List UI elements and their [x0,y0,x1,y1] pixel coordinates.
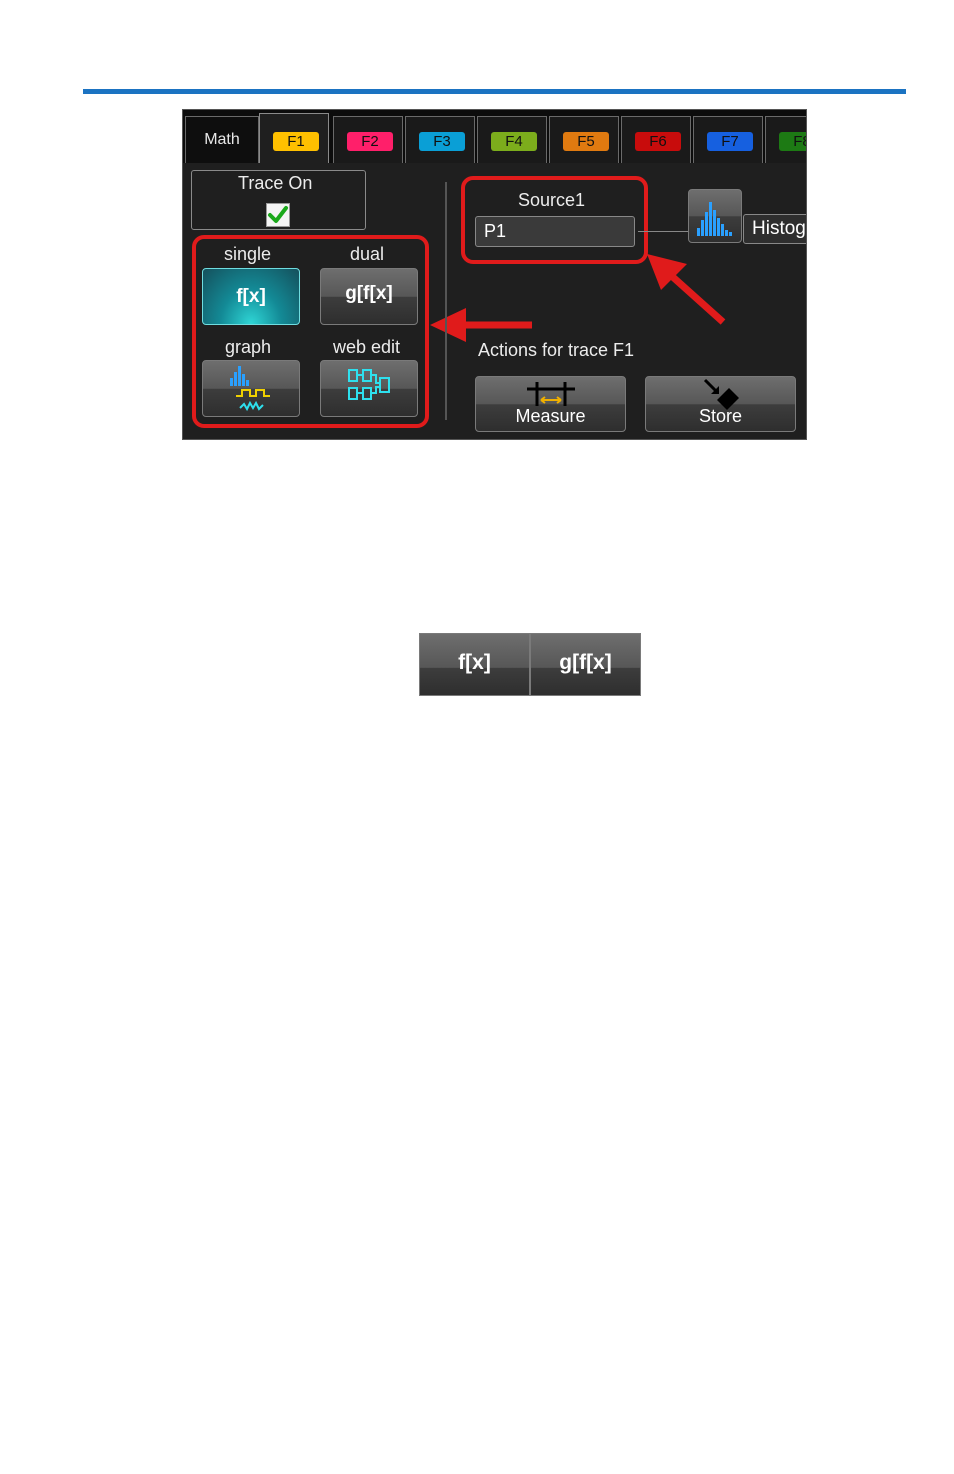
header-rule [83,89,906,94]
tab-f4-chip: F4 [491,132,537,151]
store-label: Store [698,406,743,426]
single-function-button-large[interactable]: f[x] [419,633,530,696]
panel-divider [445,182,447,420]
tab-f7-chip: F7 [707,132,753,151]
measure-label: Measure [515,406,586,426]
connector-line [638,231,688,232]
trace-on-checkbox[interactable] [266,203,290,227]
operator-label[interactable]: Histog [743,214,806,244]
source-highlight [461,176,648,264]
diagonal-arrow-icon [647,254,726,325]
tab-f6[interactable]: F6 [621,116,691,163]
tab-f2-chip: F2 [347,132,393,151]
math-setup-panel: Math F1 F2 F3 F4 F5 F6 F7 F8 Trace On [182,109,807,440]
tab-f3-chip: F3 [419,132,465,151]
function-mode-highlight [192,235,429,428]
tab-f4[interactable]: F4 [477,116,547,163]
measure-button[interactable]: Measure [475,376,626,432]
store-button[interactable]: Store [645,376,796,432]
tab-f8[interactable]: F8 [765,116,806,163]
trace-on-label: Trace On [238,173,313,193]
histogram-icon [697,202,732,236]
tab-bar: Math F1 F2 F3 F4 F5 F6 F7 F8 [183,110,806,163]
single-function-large-text: f[x] [458,651,491,674]
tab-math-label: Math [204,131,240,148]
dual-function-large-text: g[f[x] [559,651,612,674]
tab-f5-chip: F5 [563,132,609,151]
left-arrow-icon [430,308,532,342]
dual-function-button-large[interactable]: g[f[x] [530,633,641,696]
tab-f7[interactable]: F7 [693,116,763,163]
tab-f8-chip: F8 [779,132,806,151]
operator-name: Histog [752,218,806,239]
trace-on-group: Trace On [191,170,366,230]
tab-f2[interactable]: F2 [333,116,403,163]
checkmark-icon [268,206,288,223]
tab-f3[interactable]: F3 [405,116,475,163]
tab-f1[interactable]: F1 [259,113,329,163]
measure-icon [527,382,575,406]
tab-f5[interactable]: F5 [549,116,619,163]
actions-heading: Actions for trace F1 [478,340,635,360]
histogram-operator-button[interactable] [688,189,742,243]
tab-f6-chip: F6 [635,132,681,151]
tab-math[interactable]: Math [185,116,259,163]
tab-f1-chip: F1 [273,132,319,151]
